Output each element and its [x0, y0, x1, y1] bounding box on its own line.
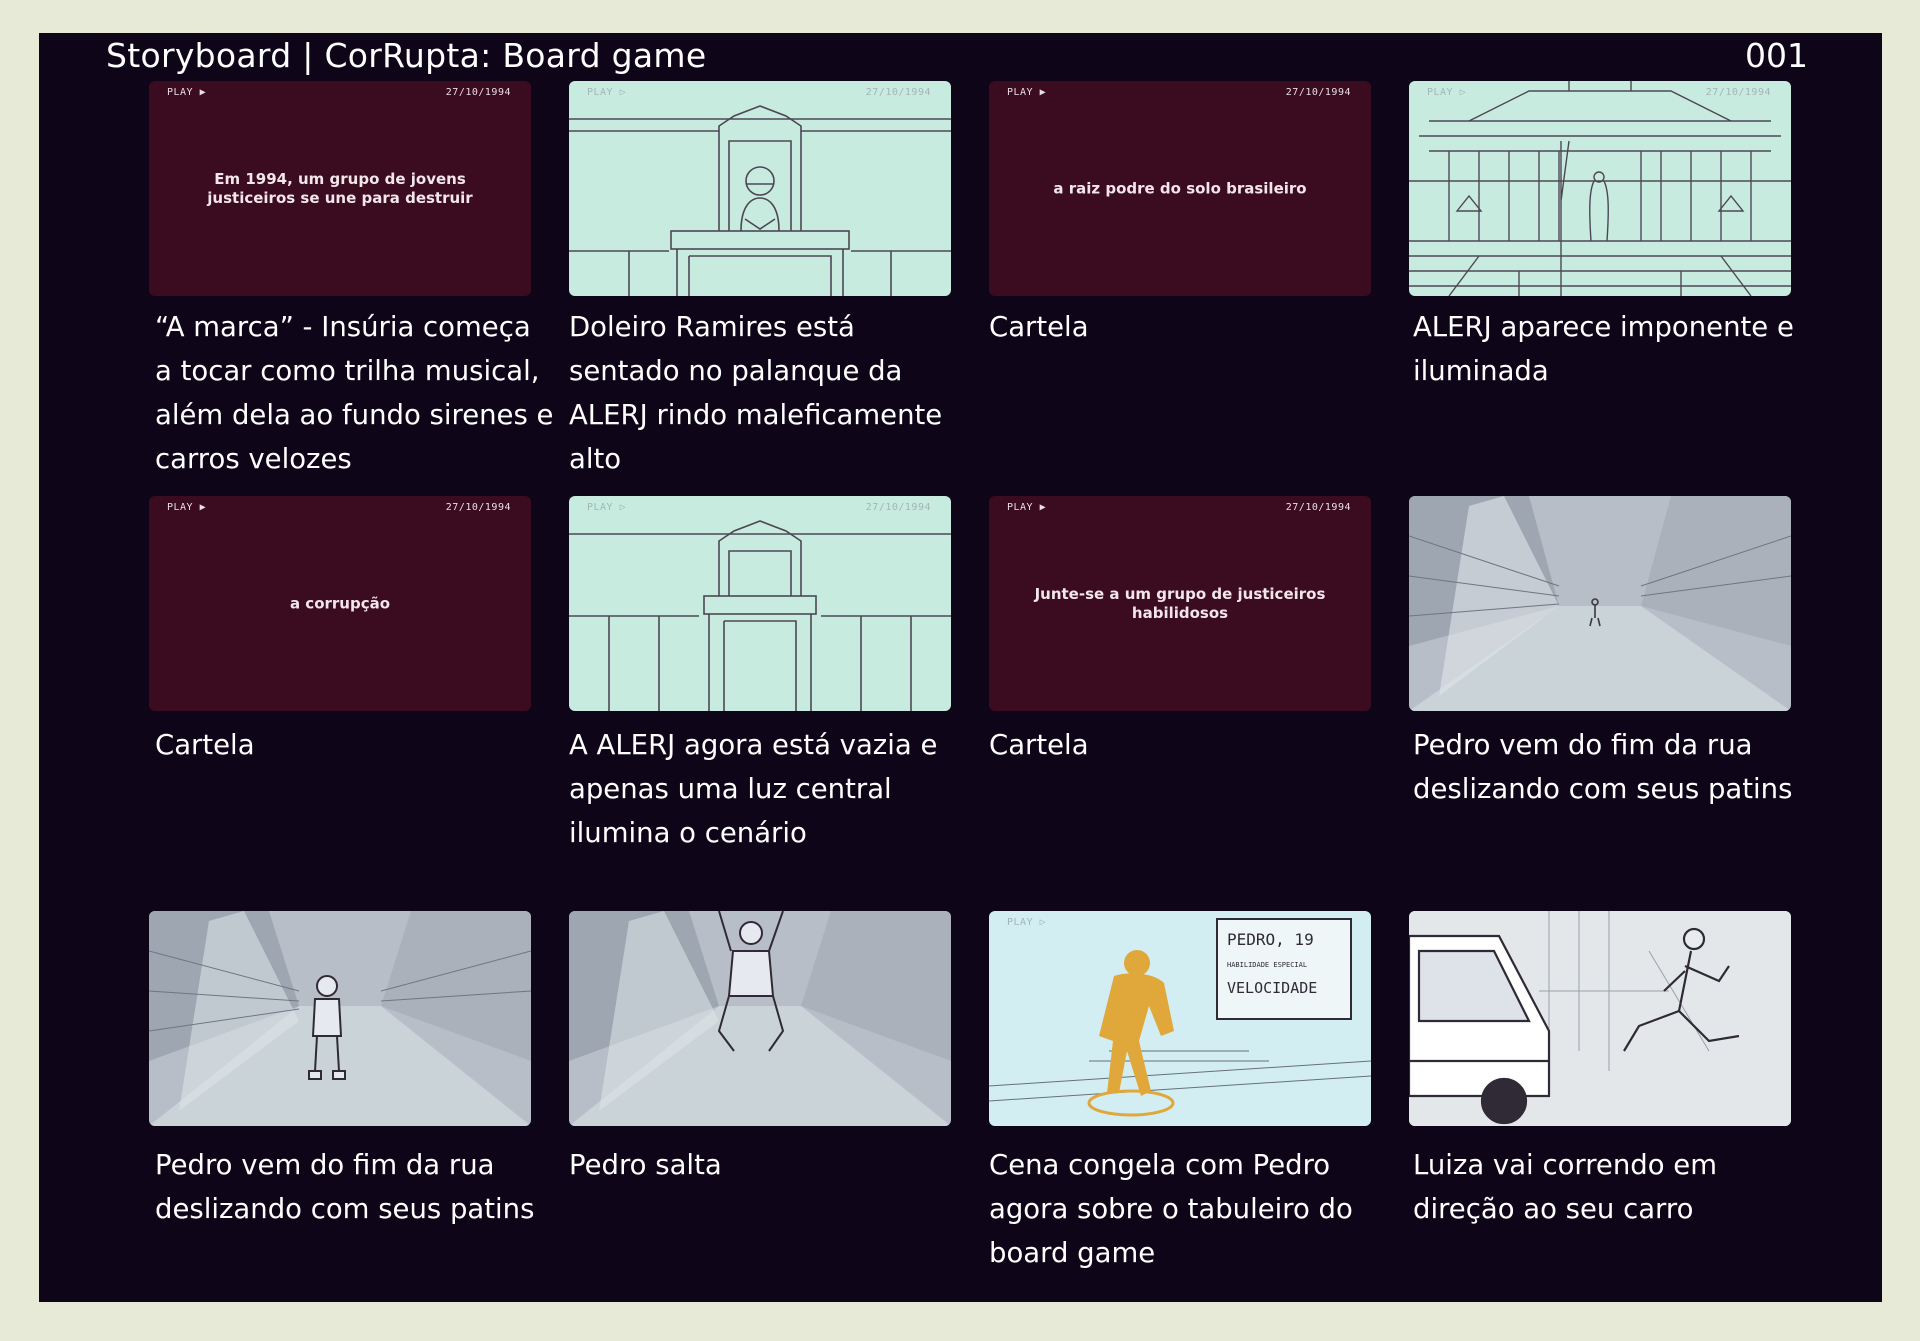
- card-text: a corrupção: [289, 594, 391, 612]
- street-illustration: [1409, 496, 1791, 711]
- panel-8-street-scene: PLAY ▶ 27/10/1994: [1409, 496, 1791, 711]
- panel-10-caption: Pedro salta: [569, 1149, 722, 1181]
- empty-podium-illustration: [569, 520, 951, 711]
- panel-3-caption: Cartela: [989, 311, 1089, 343]
- timestamp: 27/10/1994: [445, 87, 511, 98]
- play-indicator: PLAY ▶: [167, 502, 207, 513]
- panel-4-caption: ALERJ aparece imponente e iluminada: [1413, 311, 1794, 387]
- skater-illustration: [149, 911, 531, 1126]
- sign-ability-label: HABILIDADE ESPECIAL: [1227, 961, 1307, 969]
- panel-5-title-card: PLAY ▶ 27/10/1994 a corrupção: [149, 496, 531, 711]
- play-indicator: PLAY ▶: [1007, 502, 1047, 513]
- panel-9-caption: Pedro vem do fim da rua deslizando com s…: [155, 1149, 535, 1225]
- panel-3-title-card: PLAY ▶ 27/10/1994 a raiz podre do solo b…: [989, 81, 1371, 296]
- timestamp: 27/10/1994: [1285, 87, 1351, 98]
- panel-1-title-card: PLAY ▶ 27/10/1994 Em 1994, um grupo de j…: [149, 81, 531, 296]
- timestamp: 27/10/1994: [1285, 502, 1351, 513]
- podium-sketch-illustration: [569, 105, 951, 296]
- card-text: Em 1994, um grupo de jovens justiceiros …: [207, 169, 473, 207]
- play-indicator: PLAY ▶: [1007, 87, 1047, 98]
- panel-9-street-skater: PLAY ▶ 27/10/1994: [149, 911, 531, 1126]
- page-number: 001: [1745, 36, 1808, 75]
- panel-5-caption: Cartela: [155, 729, 255, 761]
- panel-2-caption: Doleiro Ramires está sentado no palanque…: [569, 311, 943, 475]
- storyboard-sheet: Storyboard | CorRupta: Board game 001 PL…: [39, 33, 1882, 1302]
- panel-2-podium-sketch: PLAY ▷ 27/10/1994: [569, 81, 951, 296]
- panel-6-empty-podium-sketch: PLAY ▷ 27/10/1994: [569, 496, 951, 711]
- panel-6-caption: A ALERJ agora está vazia e apenas uma lu…: [569, 729, 938, 849]
- play-indicator: PLAY ▶: [167, 87, 207, 98]
- panel-11-caption: Cena congela com Pedro agora sobre o tab…: [989, 1149, 1353, 1269]
- panel-10-street-jump: PLAY ▶ 27/10/1994: [569, 911, 951, 1126]
- card-text: Junte-se a um grupo de justiceiros habil…: [1034, 584, 1326, 622]
- panel-12-running-to-car: PLAY ▶ 27/10/1994: [1409, 911, 1791, 1126]
- panel-7-caption: Cartela: [989, 729, 1089, 761]
- panel-7-title-card: PLAY ▶ 27/10/1994 Junte-se a um grupo de…: [989, 496, 1371, 711]
- panel-8-caption: Pedro vem do fim da rua deslizando com s…: [1413, 729, 1793, 805]
- jump-illustration: [569, 911, 951, 1126]
- panel-4-alerj-building-sketch: PLAY ▷ 27/10/1994: [1409, 81, 1791, 296]
- timestamp: 27/10/1994: [445, 502, 511, 513]
- panel-12-caption: Luiza vai correndo em direção ao seu car…: [1413, 1149, 1717, 1225]
- card-text: a raiz podre do solo brasileiro: [1053, 179, 1307, 197]
- freeze-frame-illustration: PEDRO, 19 HABILIDADE ESPECIAL VELOCIDADE: [989, 918, 1371, 1117]
- panel-1-caption: “A marca” - Insúria começa a tocar como …: [155, 311, 554, 475]
- alerj-building-illustration: [1409, 81, 1791, 296]
- page-title: Storyboard | CorRupta: Board game: [106, 36, 707, 75]
- panel-11-freeze-frame: PLAY ▷ PEDRO, 19 HABILIDADE ESPECIAL VEL…: [989, 911, 1371, 1126]
- sign-ability: VELOCIDADE: [1227, 979, 1317, 997]
- running-illustration: [1409, 911, 1791, 1126]
- sign-name: PEDRO, 19: [1227, 930, 1314, 949]
